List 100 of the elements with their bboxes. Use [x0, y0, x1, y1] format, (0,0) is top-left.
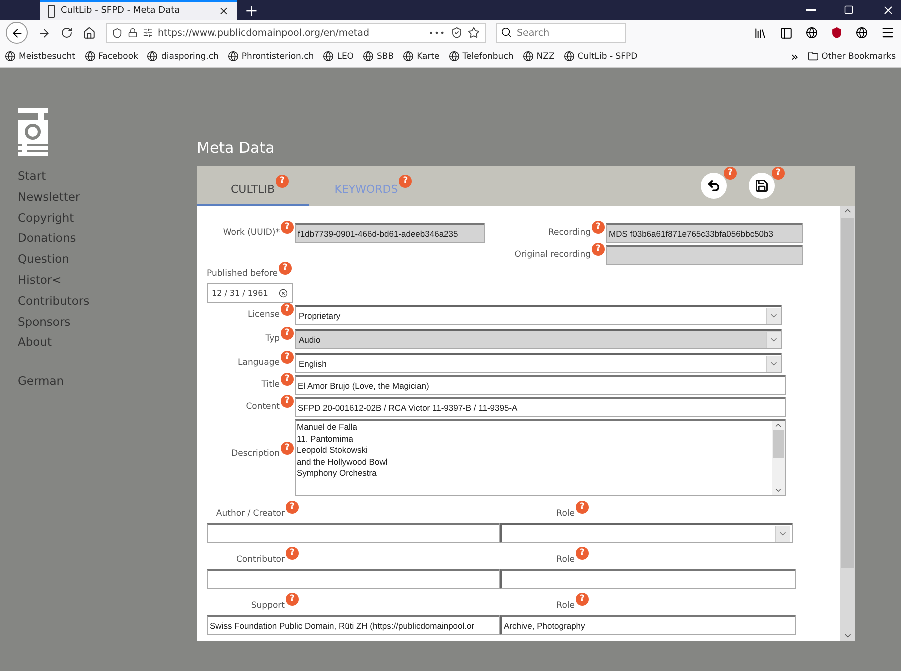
search-field[interactable]: Search — [496, 23, 626, 43]
help-badge[interactable]: ? — [286, 593, 299, 606]
text-field[interactable]: SFPD 20-001612-02B / RCA Victor 11-9397-B / 11-9395-A — [295, 397, 786, 417]
tab[interactable]: KEYWORDS ? — [309, 166, 424, 206]
new-tab-button[interactable]: + — [237, 0, 266, 20]
overflow-button[interactable]: » — [791, 50, 799, 64]
page-icon — [48, 4, 55, 18]
select-field[interactable]: Proprietary — [295, 305, 782, 325]
nav-link[interactable]: Question — [18, 249, 197, 270]
globe-icon — [363, 51, 374, 62]
bookmark-link[interactable]: diasporing.ch — [147, 51, 219, 62]
lock-icon — [128, 28, 138, 38]
help-badge[interactable]: ? — [576, 593, 589, 606]
text-field[interactable]: Archive, Photography — [500, 615, 796, 635]
select-field[interactable]: English — [295, 353, 782, 373]
field-label: Role — [556, 555, 575, 565]
nav-link[interactable]: Histor< — [18, 270, 197, 291]
save-button[interactable] — [749, 173, 775, 199]
home-button[interactable] — [83, 26, 96, 40]
help-badge[interactable]: ? — [286, 547, 299, 560]
address-bar[interactable]: https://www.publicdomainpool.org/en/metad ••• — [106, 23, 486, 43]
back-icon — [10, 26, 24, 40]
globe-icon — [806, 27, 818, 39]
bookmark-link[interactable]: SBB — [363, 51, 394, 62]
sliders-icon — [143, 28, 153, 38]
forward-button[interactable] — [38, 26, 51, 40]
help-badge[interactable]: ? — [281, 442, 294, 455]
bookmark-link[interactable]: Facebook — [84, 51, 138, 62]
nav-link[interactable]: Copyright — [18, 208, 197, 228]
field-label: Original recording — [514, 250, 591, 260]
field-label: Contributor — [236, 555, 285, 565]
text-field[interactable] — [207, 523, 500, 543]
browser-tab[interactable]: CultLib - SFPD - Meta Data × — [40, 0, 237, 20]
language-link[interactable]: German — [18, 374, 197, 388]
help-badge[interactable]: ? — [281, 395, 294, 408]
text-field[interactable]: MDS f03b6a61f871e765c33bfa056bbc50b3 — [606, 223, 803, 243]
help-badge[interactable]: ? — [281, 351, 294, 364]
globe-icon — [856, 27, 868, 39]
help-badge[interactable]: ? — [276, 174, 289, 188]
globe-icon — [5, 51, 16, 62]
text-area[interactable]: Manuel de Falla 11. Pantomima Leopold Stokowski and the Hollywood Bowl Symphony Orchestra — [295, 419, 786, 496]
globe-icon — [147, 51, 158, 62]
help-badge[interactable]: ? — [592, 221, 605, 234]
nav-link[interactable]: Donations — [18, 228, 197, 250]
close-tab-button[interactable]: × — [218, 4, 229, 18]
reload-button[interactable] — [61, 27, 73, 39]
help-badge[interactable]: ? — [772, 167, 785, 180]
help-badge[interactable]: ? — [281, 373, 294, 386]
bookmark-link[interactable]: Telefonbuch — [448, 51, 514, 62]
text-field[interactable] — [207, 569, 500, 589]
field-label: License — [248, 310, 280, 320]
globe-icon — [403, 51, 414, 62]
help-badge[interactable]: ? — [281, 303, 294, 316]
text-field[interactable]: f1db7739-0901-466d-bd61-adeeb346a235 — [295, 223, 485, 243]
help-badge[interactable]: ? — [592, 243, 605, 256]
field-label: Language — [238, 358, 280, 368]
date-field[interactable]: 12 / 31 / 1961 — [207, 283, 293, 303]
help-badge[interactable]: ? — [399, 174, 412, 188]
bookmark-link[interactable]: LEO — [323, 51, 354, 62]
globe-icon — [564, 51, 575, 62]
nav-link[interactable]: Contributors — [18, 290, 197, 312]
bookmark-folder[interactable]: Other Bookmarks — [808, 51, 896, 62]
field-label: Role — [556, 601, 575, 611]
more-actions-button[interactable]: ••• — [428, 28, 446, 38]
nav-link[interactable]: Sponsors — [18, 312, 197, 332]
shield-icon — [451, 27, 463, 39]
bookmark-link[interactable]: Phrontisterion.ch — [228, 51, 314, 62]
undo-button[interactable] — [701, 173, 727, 199]
help-badge[interactable]: ? — [576, 501, 589, 514]
bookmark-link[interactable]: CultLib - SFPD — [564, 51, 638, 62]
select-field[interactable] — [500, 523, 793, 543]
field-label: Author / Creator — [216, 509, 285, 519]
maximize-icon — [844, 5, 854, 15]
bookmark-link[interactable]: Meistbesucht — [5, 51, 76, 62]
help-badge[interactable]: ? — [278, 262, 292, 275]
help-badge[interactable]: ? — [286, 501, 299, 514]
help-badge[interactable]: ? — [576, 547, 589, 560]
globe-icon — [522, 51, 534, 62]
bookmark-link[interactable]: NZZ — [522, 51, 555, 62]
text-field[interactable] — [606, 245, 803, 265]
help-badge[interactable]: ? — [724, 167, 737, 180]
nav-link[interactable]: About — [18, 332, 197, 354]
save-icon — [755, 179, 769, 193]
shield-icon — [112, 28, 123, 38]
nav-link[interactable]: Newsletter — [18, 186, 197, 208]
text-field[interactable]: Swiss Foundation Public Domain, Rüti ZH (https://publicdomainpool.or — [207, 615, 500, 635]
text-field[interactable] — [500, 569, 796, 589]
forward-icon — [38, 26, 51, 40]
library-icon — [754, 26, 767, 40]
field-label: Title — [262, 380, 280, 390]
text-field[interactable]: El Amor Brujo (Love, the Magician) — [295, 375, 786, 395]
nav-link[interactable]: Start — [18, 166, 197, 187]
logo-icon — [18, 108, 48, 156]
bookmark-link[interactable]: Karte — [403, 51, 440, 62]
scrollbar-thumb — [773, 430, 784, 458]
back-button[interactable] — [6, 22, 28, 44]
help-badge[interactable]: ? — [281, 221, 294, 234]
globe-icon — [84, 51, 96, 62]
folder-icon — [808, 51, 819, 62]
field-label: Recording — [548, 228, 591, 238]
